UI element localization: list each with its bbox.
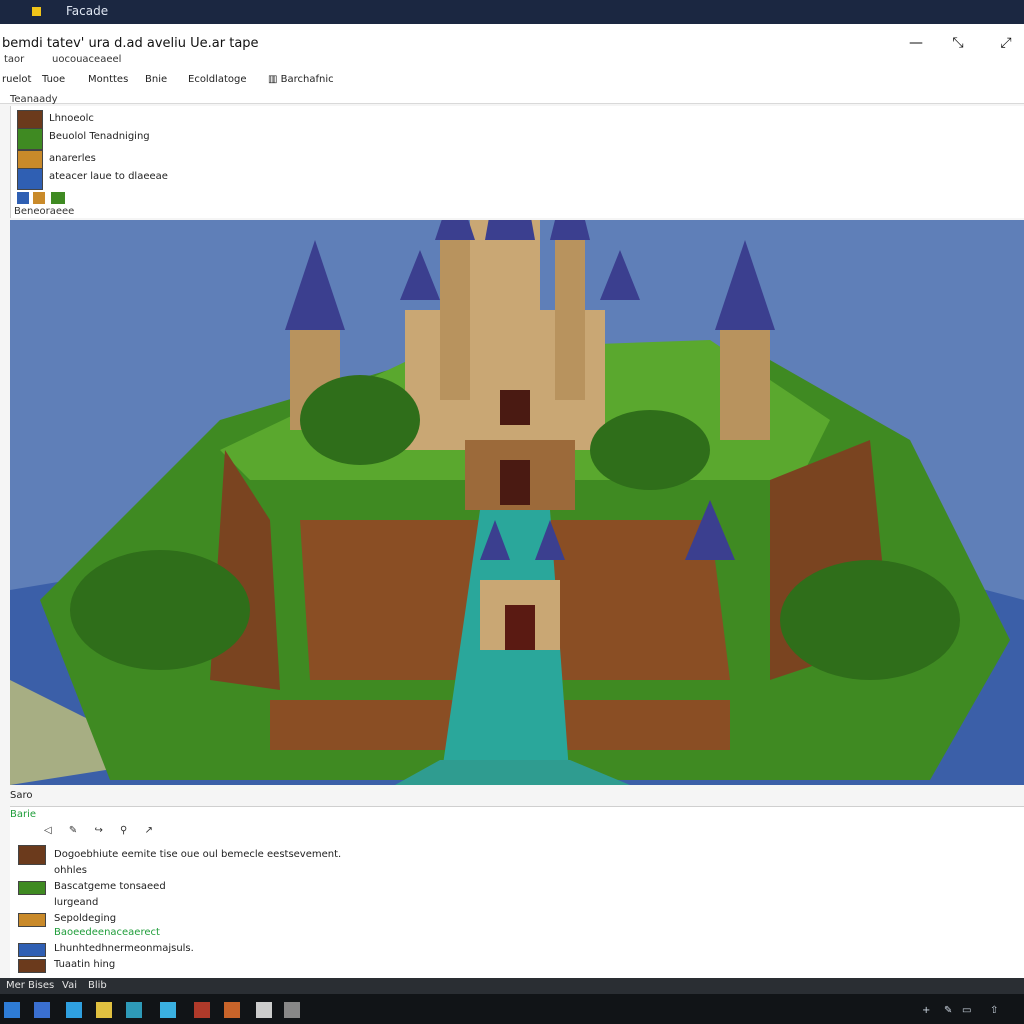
- paint-icon[interactable]: [224, 1002, 240, 1018]
- taskbar: Mer Bises Vai Blib + ✎ ▭ ⇧: [0, 978, 1024, 1024]
- files-icon[interactable]: [96, 1002, 112, 1018]
- menu-bar: ruelot Tuoe Monttes Bnie Ecoldlatoge ▥ B…: [0, 72, 1024, 90]
- restore-button[interactable]: ⤡: [948, 34, 968, 52]
- taskbar-label[interactable]: Vai: [62, 980, 77, 991]
- assets-footer: Beneoraeee: [14, 206, 75, 217]
- castle-island-scene: [10, 220, 1024, 785]
- taskbar-label[interactable]: Blib: [88, 980, 107, 991]
- document-subtitle-right: uocouaceaeel: [52, 54, 122, 65]
- menu-item-4[interactable]: Bnie: [145, 74, 167, 85]
- code-icon[interactable]: [66, 1002, 82, 1018]
- log-text: Lhunhtedhnermeonmajsuls.: [54, 943, 194, 954]
- search-icon[interactable]: ⚲: [120, 825, 127, 836]
- menu-item-5[interactable]: Ecoldlatoge: [188, 74, 247, 85]
- asset-label: anarerles: [49, 153, 96, 164]
- editor-window: bemdi tatev' ura d.ad aveliu Ue.ar tape …: [0, 24, 1024, 978]
- minimize-button[interactable]: —: [906, 34, 926, 52]
- taskbar-label[interactable]: Bises: [28, 980, 54, 991]
- document-title: bemdi tatev' ura d.ad aveliu Ue.ar tape: [2, 36, 259, 51]
- sprite-thumbnail: [17, 168, 43, 190]
- menu-item-3[interactable]: Monttes: [88, 74, 128, 85]
- share-icon[interactable]: ↗: [145, 825, 153, 836]
- asset-label: ateacer laue to dlaeeae: [49, 171, 168, 182]
- log-thumbnail: [18, 913, 46, 927]
- log-text: Sepoldeging: [54, 913, 117, 924]
- grid-icon[interactable]: [160, 1002, 176, 1018]
- log-thumbnail: [18, 943, 46, 957]
- menu-item-2[interactable]: Tuoe: [42, 74, 65, 85]
- explorer-icon[interactable]: [34, 1002, 50, 1018]
- taskbar-label[interactable]: Mer: [6, 980, 25, 991]
- log-thumbnail: [18, 845, 46, 865]
- tool-icon[interactable]: [126, 1002, 142, 1018]
- pen-icon[interactable]: ✎: [69, 825, 77, 836]
- log-thumbnail: [18, 881, 46, 895]
- maximize-button[interactable]: ⤢: [996, 34, 1016, 52]
- log-text: Baoeedeenaceaerect: [54, 927, 160, 938]
- asset-label: Beuolol Tenadniging: [49, 131, 150, 142]
- log-text: ohhles: [54, 865, 87, 876]
- status-label: Saro: [10, 790, 33, 801]
- log-text: Dogoebhiute eemite tise oue oul bemecle …: [54, 849, 342, 860]
- console-tab[interactable]: Barie: [10, 809, 36, 820]
- document-subtitle-left: taor: [4, 54, 25, 65]
- menu-item-1[interactable]: ruelot: [2, 74, 31, 85]
- assets-panel: Lhnoeolc Beuolol Tenadniging anarerles a…: [10, 106, 1024, 218]
- document-header: bemdi tatev' ura d.ad aveliu Ue.ar tape …: [0, 24, 1024, 104]
- window-title: Facade: [66, 4, 109, 18]
- menu-item-6-label: Barchafnic: [280, 74, 334, 85]
- tray-pen-icon[interactable]: ✎: [944, 1005, 952, 1016]
- console-panel: Barie ◁ ✎ ↪ ⚲ ↗ Dogoebhiute eemite tise …: [10, 806, 1024, 978]
- tray-up-icon[interactable]: ⇧: [990, 1005, 998, 1016]
- taskbar-labels: Mer Bises Vai Blib: [0, 978, 1024, 994]
- console-toolbar: ◁ ✎ ↪ ⚲ ↗: [44, 825, 167, 836]
- panel-icon: ▥: [268, 74, 281, 85]
- sprite-strip: [17, 192, 77, 206]
- log-text: Tuaatin hing: [54, 959, 116, 970]
- menu-item-6[interactable]: ▥ Barchafnic: [268, 74, 334, 85]
- asset-label: Lhnoeolc: [49, 113, 94, 124]
- scene-canvas[interactable]: [10, 220, 1024, 785]
- back-icon[interactable]: ◁: [44, 825, 52, 836]
- title-bar: Facade: [0, 0, 1024, 24]
- tray-window-icon[interactable]: ▭: [962, 1005, 971, 1016]
- edit-icon[interactable]: [284, 1002, 300, 1018]
- log-text: lurgeand: [54, 897, 99, 908]
- log-thumbnail: [18, 959, 46, 973]
- app-icon[interactable]: [194, 1002, 210, 1018]
- log-text: Bascatgeme tonsaeed: [54, 881, 166, 892]
- layers-label: Teanaady: [10, 94, 58, 105]
- tray-icon[interactable]: +: [922, 1005, 930, 1016]
- windows-icon[interactable]: [4, 1002, 20, 1018]
- sprite-thumbnail: [17, 128, 43, 150]
- search-icon[interactable]: [256, 1002, 272, 1018]
- redo-icon[interactable]: ↪: [94, 825, 102, 836]
- app-icon: [32, 7, 41, 16]
